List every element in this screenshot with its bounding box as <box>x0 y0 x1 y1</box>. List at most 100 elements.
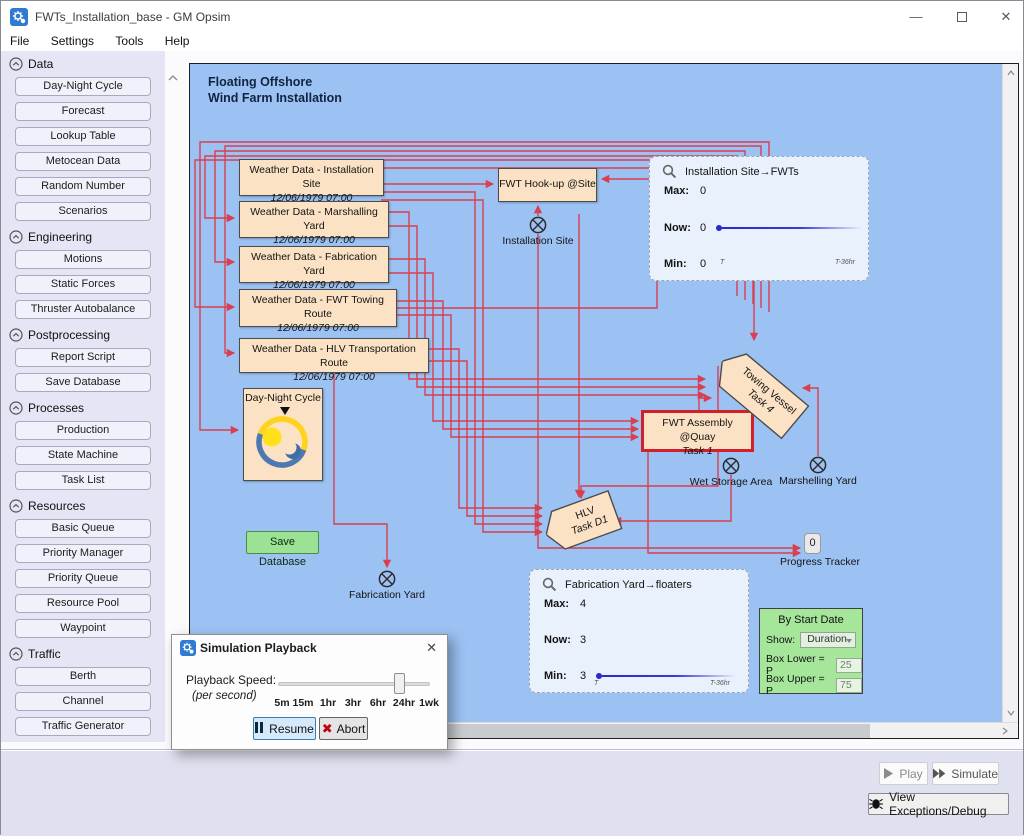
fabrication-yard-symbol-icon[interactable] <box>378 570 396 588</box>
fast-forward-icon <box>933 768 945 779</box>
node-weather-installation-site[interactable]: Weather Data - Installation Site 12/06/1… <box>239 159 384 196</box>
menu-help[interactable]: Help <box>156 33 199 48</box>
sidebar-item-motions[interactable]: Motions <box>15 250 151 269</box>
node-day-night-cycle[interactable]: Day-Night Cycle <box>243 388 323 481</box>
magnifier-icon <box>662 164 677 179</box>
sidebar-section-postprocessing[interactable]: Postprocessing <box>9 325 165 345</box>
node-weather-hlv-transportation-route[interactable]: Weather Data - HLV Transportation Route … <box>239 338 429 373</box>
window-title: FWTs_Installation_base - GM Opsim <box>35 10 230 24</box>
title-bar: FWTs_Installation_base - GM Opsim — ✕ <box>1 1 1023 33</box>
footer-bar: Play Simulate View Exceptions/Debug <box>1 749 1023 836</box>
chevron-up-circle-icon <box>9 328 23 342</box>
sidebar-section-data[interactable]: Data <box>9 54 165 74</box>
dialog-close-icon[interactable]: ✕ <box>426 640 437 656</box>
magnifier-icon <box>542 577 557 592</box>
node-fwt-assembly-quay[interactable]: FWT Assembly @Quay Task 1 <box>641 410 754 452</box>
sidebar-item-static-forces[interactable]: Static Forces <box>15 275 151 294</box>
chevron-up-circle-icon <box>9 401 23 415</box>
marshelling-yard-symbol-icon[interactable] <box>809 456 827 474</box>
sidebar-item-metocean-data[interactable]: Metocean Data <box>15 152 151 171</box>
view-exceptions-debug-button[interactable]: View Exceptions/Debug <box>868 793 1009 815</box>
sidebar-item-priority-manager[interactable]: Priority Manager <box>15 544 151 563</box>
sidebar-section-processes[interactable]: Processes <box>9 398 165 418</box>
gauge-min-value: 0 <box>700 258 706 270</box>
sidebar-item-production[interactable]: Production <box>15 421 151 440</box>
sidebar-item-report-script[interactable]: Report Script <box>15 348 151 367</box>
wet-storage-area-label: Wet Storage Area <box>681 476 781 488</box>
sidebar-item-lookup-table[interactable]: Lookup Table <box>15 127 151 146</box>
gauge-min-value: 3 <box>580 670 586 682</box>
sidebar-item-forecast[interactable]: Forecast <box>15 102 151 121</box>
node-fwt-hookup-site[interactable]: FWT Hook-up @Site <box>498 168 597 202</box>
sidebar-item-resource-pool[interactable]: Resource Pool <box>15 594 151 613</box>
play-icon <box>884 768 893 779</box>
scroll-right-icon[interactable] <box>1002 727 1008 738</box>
sidebar-scrollbar[interactable] <box>168 69 178 87</box>
box-plot-settings-panel: By Start Date Show: Duration Box Lower =… <box>759 608 863 694</box>
sidebar-item-scenarios[interactable]: Scenarios <box>15 202 151 221</box>
gauge-sparkline <box>596 673 736 679</box>
sidebar-item-task-list[interactable]: Task List <box>15 471 151 490</box>
node-hlv-task[interactable]: HLV Task D1 <box>539 490 623 555</box>
gauge-installation-site-fwts: Installation Site→FWTs Max:0 Now:0 Min:0… <box>649 156 869 281</box>
slider-thumb[interactable] <box>394 673 405 694</box>
resume-button[interactable]: Resume <box>253 717 316 740</box>
bug-icon <box>869 798 883 810</box>
gauge-title: Installation Site→FWTs <box>685 166 799 178</box>
sidebar: Data Day-Night Cycle Forecast Lookup Tab… <box>1 51 165 742</box>
playback-speed-slider[interactable] <box>278 682 430 686</box>
sidebar-item-random-number[interactable]: Random Number <box>15 177 151 196</box>
gauge-now-value: 0 <box>700 222 706 234</box>
sidebar-item-channel[interactable]: Channel <box>15 692 151 711</box>
day-night-icon <box>252 404 314 470</box>
sidebar-item-berth[interactable]: Berth <box>15 667 151 686</box>
menu-bar: File Settings Tools Help <box>1 33 1023 51</box>
play-button[interactable]: Play <box>879 762 928 785</box>
installation-site-symbol-icon[interactable] <box>529 216 547 234</box>
wet-storage-area-symbol-icon[interactable] <box>722 457 740 475</box>
node-save-database[interactable]: Save Database <box>246 531 319 554</box>
gauge-max-value: 0 <box>700 185 706 197</box>
playback-speed-label: Playback Speed: <box>186 673 276 687</box>
node-weather-fwt-towing-route[interactable]: Weather Data - FWT Towing Route 12/06/19… <box>239 289 397 327</box>
progress-tracker-value[interactable]: 0 <box>804 533 821 554</box>
sidebar-item-day-night-cycle[interactable]: Day-Night Cycle <box>15 77 151 96</box>
diagram-surface[interactable]: Floating Offshore Wind Farm Installation… <box>190 64 1002 722</box>
box-upper-input[interactable] <box>836 678 862 693</box>
node-weather-fabrication-yard[interactable]: Weather Data - Fabrication Yard 12/06/19… <box>239 246 389 283</box>
menu-file[interactable]: File <box>1 33 38 48</box>
show-dropdown[interactable]: Duration <box>800 632 856 648</box>
sidebar-item-state-machine[interactable]: State Machine <box>15 446 151 465</box>
sidebar-item-traffic-generator[interactable]: Traffic Generator <box>15 717 151 736</box>
sidebar-section-resources[interactable]: Resources <box>9 496 165 516</box>
tick-1wk: 1wk <box>414 697 444 709</box>
canvas-vertical-scrollbar[interactable] <box>1002 64 1018 722</box>
scroll-down-icon[interactable] <box>1007 708 1015 719</box>
sidebar-item-thruster-autobalance[interactable]: Thruster Autobalance <box>15 300 151 319</box>
sidebar-section-traffic[interactable]: Traffic <box>9 644 165 664</box>
sidebar-item-save-database[interactable]: Save Database <box>15 373 151 392</box>
chevron-up-circle-icon <box>9 230 23 244</box>
simulate-button[interactable]: Simulate <box>932 762 999 785</box>
pause-icon <box>255 722 265 736</box>
installation-site-label: Installation Site <box>488 235 588 247</box>
node-weather-marshalling-yard[interactable]: Weather Data - Marshalling Yard 12/06/19… <box>239 201 389 238</box>
sidebar-section-engineering[interactable]: Engineering <box>9 227 165 247</box>
app-gear-icon <box>10 8 28 26</box>
scroll-up-icon[interactable] <box>1007 68 1015 79</box>
box-lower-input[interactable] <box>836 658 862 673</box>
maximize-button[interactable] <box>945 5 979 29</box>
progress-tracker-label: Progress Tracker <box>770 556 870 568</box>
chevron-up-circle-icon <box>9 647 23 661</box>
menu-tools[interactable]: Tools <box>106 33 152 48</box>
minimize-button[interactable]: — <box>899 5 933 29</box>
gauge-title: Fabrication Yard→floaters <box>565 579 692 591</box>
abort-button[interactable]: ✖ Abort <box>319 717 368 740</box>
simulation-playback-dialog: Simulation Playback ✕ Playback Speed: (p… <box>171 634 448 750</box>
sidebar-item-basic-queue[interactable]: Basic Queue <box>15 519 151 538</box>
marshelling-yard-label: Marshelling Yard <box>768 475 868 487</box>
sidebar-item-waypoint[interactable]: Waypoint <box>15 619 151 638</box>
menu-settings[interactable]: Settings <box>42 33 103 48</box>
sidebar-item-priority-queue[interactable]: Priority Queue <box>15 569 151 588</box>
close-button[interactable]: ✕ <box>989 5 1023 29</box>
